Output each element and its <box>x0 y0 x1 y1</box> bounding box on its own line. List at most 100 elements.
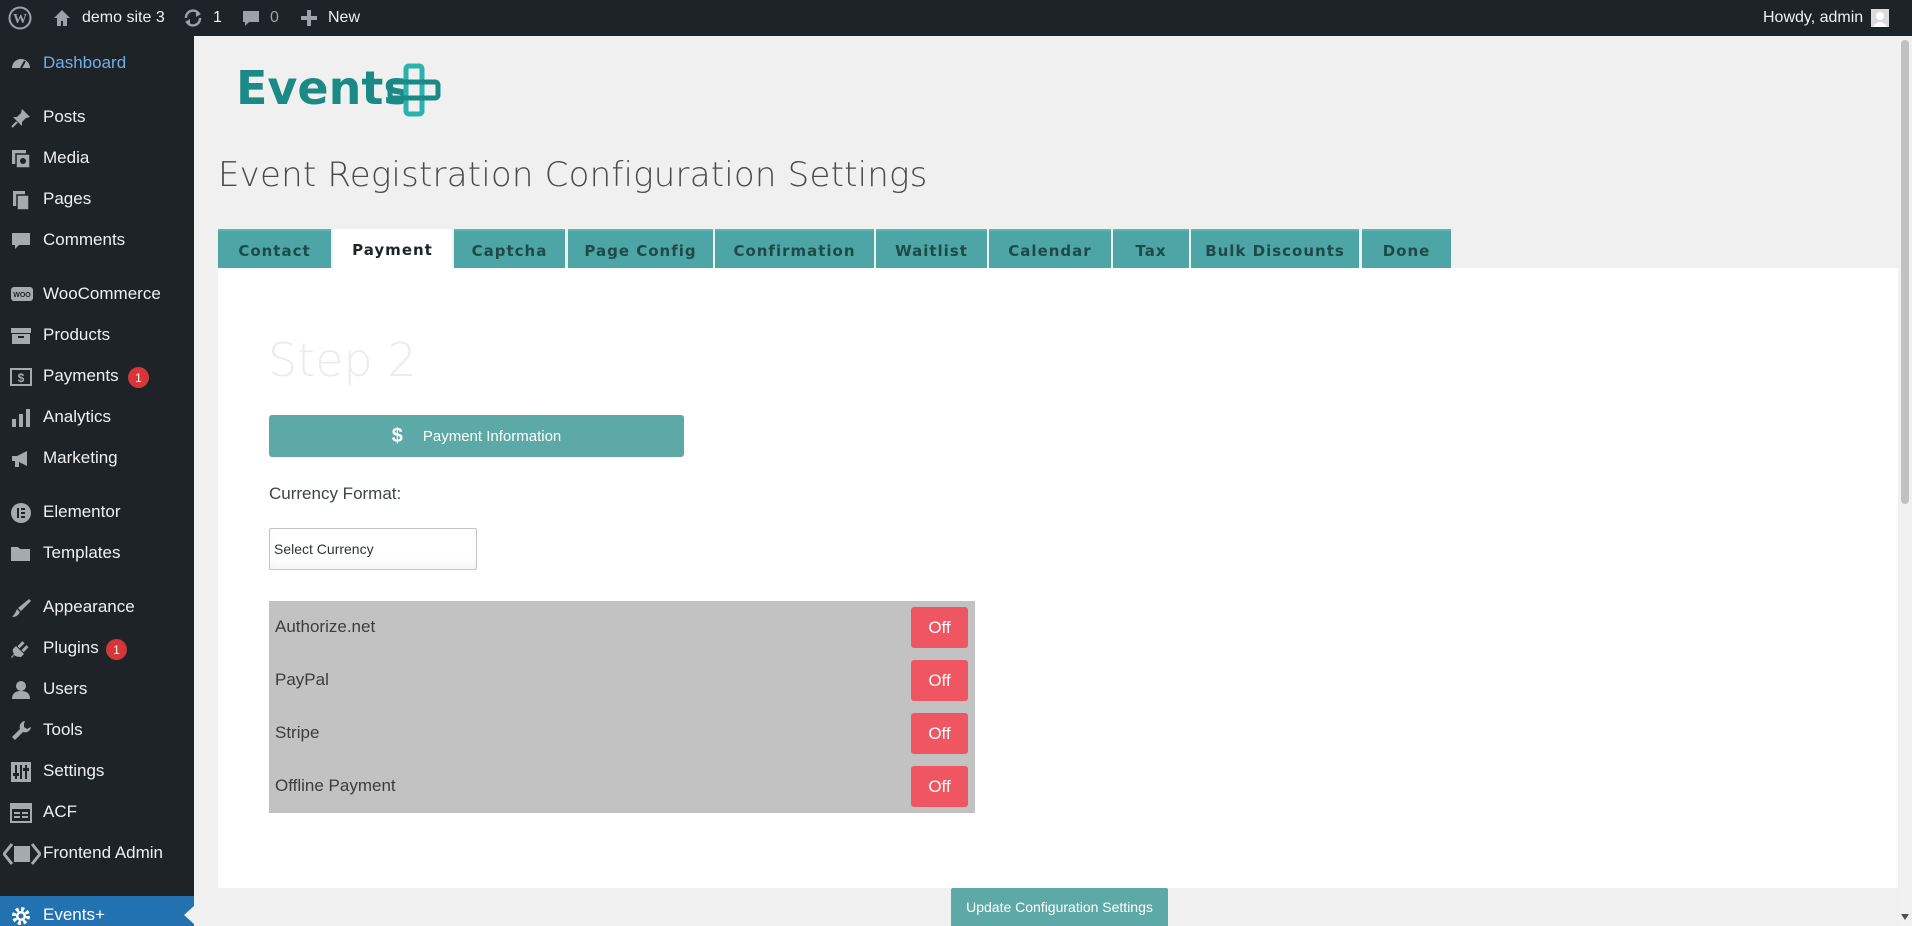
paintbrush-icon <box>10 597 32 619</box>
sidebar-item-settings[interactable]: Settings <box>0 752 194 790</box>
gateway-row-offline-payment: Offline Payment Off <box>269 760 975 813</box>
admin-sidebar: Dashboard Posts Media Pages Comments WOO… <box>0 36 194 926</box>
sidebar-item-label: Appearance <box>43 597 135 616</box>
plus-icon <box>300 9 318 27</box>
sidebar-item-label: Payments <box>43 366 119 385</box>
updates-count: 1 <box>213 9 222 26</box>
sidebar-item-label: Events+ <box>43 905 105 924</box>
sidebar-item-plugins[interactable]: Plugins 1 <box>0 629 194 667</box>
gateway-name: PayPal <box>275 670 329 689</box>
stripe-toggle[interactable]: Off <box>911 713 968 754</box>
sidebar-item-tools[interactable]: Tools <box>0 711 194 749</box>
sidebar-item-acf[interactable]: ACF <box>0 793 194 831</box>
scroll-down-arrow-icon[interactable] <box>1901 914 1909 920</box>
plugins-badge: 1 <box>106 639 127 660</box>
sidebar-item-appearance[interactable]: Appearance <box>0 588 194 626</box>
currency-format-label: Currency Format: <box>269 484 402 503</box>
avatar <box>1871 9 1890 27</box>
gateway-row-authorize-net: Authorize.net Off <box>269 601 975 654</box>
sidebar-item-events-plus[interactable]: Events+ <box>0 896 194 926</box>
comment-icon <box>241 8 261 28</box>
sidebar-item-label: Users <box>43 679 88 698</box>
tab-calendar[interactable]: Calendar <box>989 229 1111 271</box>
tab-confirmation[interactable]: Confirmation <box>715 229 874 271</box>
wordpress-logo-icon[interactable]: W <box>8 0 32 36</box>
offline-payment-toggle[interactable]: Off <box>911 766 968 807</box>
media-icon <box>10 148 32 170</box>
dashboard-icon <box>10 53 32 75</box>
sidebar-item-analytics[interactable]: Analytics <box>0 398 194 436</box>
updates-icon <box>182 8 204 28</box>
sidebar-item-users[interactable]: Users <box>0 670 194 708</box>
sidebar-item-label: Frontend Admin <box>43 843 164 862</box>
elementor-icon <box>10 502 32 524</box>
sidebar-item-comments[interactable]: Comments <box>0 221 194 259</box>
new-label: New <box>328 9 361 26</box>
tab-done[interactable]: Done <box>1362 229 1451 271</box>
sidebar-item-elementor[interactable]: Elementor <box>0 493 194 531</box>
currency-select-value: Select Currency <box>274 541 374 557</box>
sidebar-item-label: Elementor <box>43 502 121 521</box>
sidebar-item-label: Plugins <box>43 638 99 657</box>
sidebar-item-label: Dashboard <box>43 53 127 72</box>
settings-icon <box>10 761 32 783</box>
tab-captcha[interactable]: Captcha <box>454 229 565 271</box>
acf-icon <box>10 802 32 824</box>
sidebar-item-label: Settings <box>43 761 105 780</box>
tab-waitlist[interactable]: Waitlist <box>876 229 987 271</box>
active-menu-arrow <box>184 906 194 924</box>
sidebar-item-label: Templates <box>43 543 121 562</box>
home-icon <box>52 8 72 28</box>
sidebar-item-marketing[interactable]: Marketing <box>0 439 194 477</box>
scrollbar-thumb[interactable] <box>1901 40 1909 504</box>
sidebar-item-label: ACF <box>43 802 77 821</box>
sidebar-item-label: Media <box>43 148 90 167</box>
sidebar-item-posts[interactable]: Posts <box>0 98 194 136</box>
sidebar-item-label: Comments <box>43 230 126 249</box>
megaphone-icon <box>10 448 32 470</box>
pin-icon <box>10 107 32 129</box>
tab-tax[interactable]: Tax <box>1113 229 1189 271</box>
new-content-link[interactable]: New <box>300 0 360 36</box>
payment-information-label: Payment Information <box>422 427 562 445</box>
page-title: Event Registration Configuration Setting… <box>218 155 928 195</box>
events-plus-logo: Events <box>236 61 446 123</box>
site-name: demo site 3 <box>82 9 165 26</box>
wrench-icon <box>10 720 32 742</box>
sidebar-item-products[interactable]: Products <box>0 316 194 354</box>
gateway-row-paypal: PayPal Off <box>269 654 975 707</box>
paypal-toggle[interactable]: Off <box>911 660 968 701</box>
updates-link[interactable]: 1 <box>182 0 222 36</box>
tab-bulk-discounts[interactable]: Bulk Discounts <box>1191 229 1359 271</box>
sidebar-item-pages[interactable]: Pages <box>0 180 194 218</box>
currency-select[interactable]: Select Currency <box>269 528 477 570</box>
admin-bar: W demo site 3 1 0 New Howdy, admin <box>0 0 1912 36</box>
update-configuration-button[interactable]: Update Configuration Settings <box>951 888 1168 926</box>
sidebar-item-dashboard[interactable]: Dashboard <box>0 44 194 82</box>
frontend-admin-icon <box>2 843 42 865</box>
payment-information-button[interactable]: $ Payment Information <box>269 415 684 457</box>
sidebar-item-label: Products <box>43 325 111 344</box>
gateway-name: Offline Payment <box>275 776 396 795</box>
sidebar-item-payments[interactable]: $ Payments 1 <box>0 357 194 395</box>
site-name-link[interactable]: demo site 3 <box>52 0 165 36</box>
sidebar-item-woocommerce[interactable]: WOO WooCommerce <box>0 275 194 313</box>
comments-count: 0 <box>270 9 279 26</box>
sidebar-item-label: Analytics <box>43 407 112 426</box>
sidebar-item-frontend-admin[interactable]: Frontend Admin <box>0 834 194 872</box>
folder-icon <box>10 543 32 565</box>
comment-icon <box>10 230 32 252</box>
comments-link[interactable]: 0 <box>241 0 279 36</box>
authorize-net-toggle[interactable]: Off <box>911 607 968 648</box>
tab-contact[interactable]: Contact <box>218 229 331 271</box>
dollar-icon: $ <box>391 424 403 447</box>
user-icon <box>10 679 32 701</box>
sidebar-item-templates[interactable]: Templates <box>0 534 194 572</box>
tab-payment[interactable]: Payment <box>333 229 452 271</box>
sidebar-item-media[interactable]: Media <box>0 139 194 177</box>
my-account-link[interactable]: Howdy, admin <box>1763 0 1890 36</box>
page-scrollbar[interactable] <box>1898 36 1912 926</box>
svg-text:W: W <box>13 12 27 27</box>
tab-page-config[interactable]: Page Config <box>568 229 713 271</box>
sidebar-item-label: WooCommerce <box>43 284 161 303</box>
